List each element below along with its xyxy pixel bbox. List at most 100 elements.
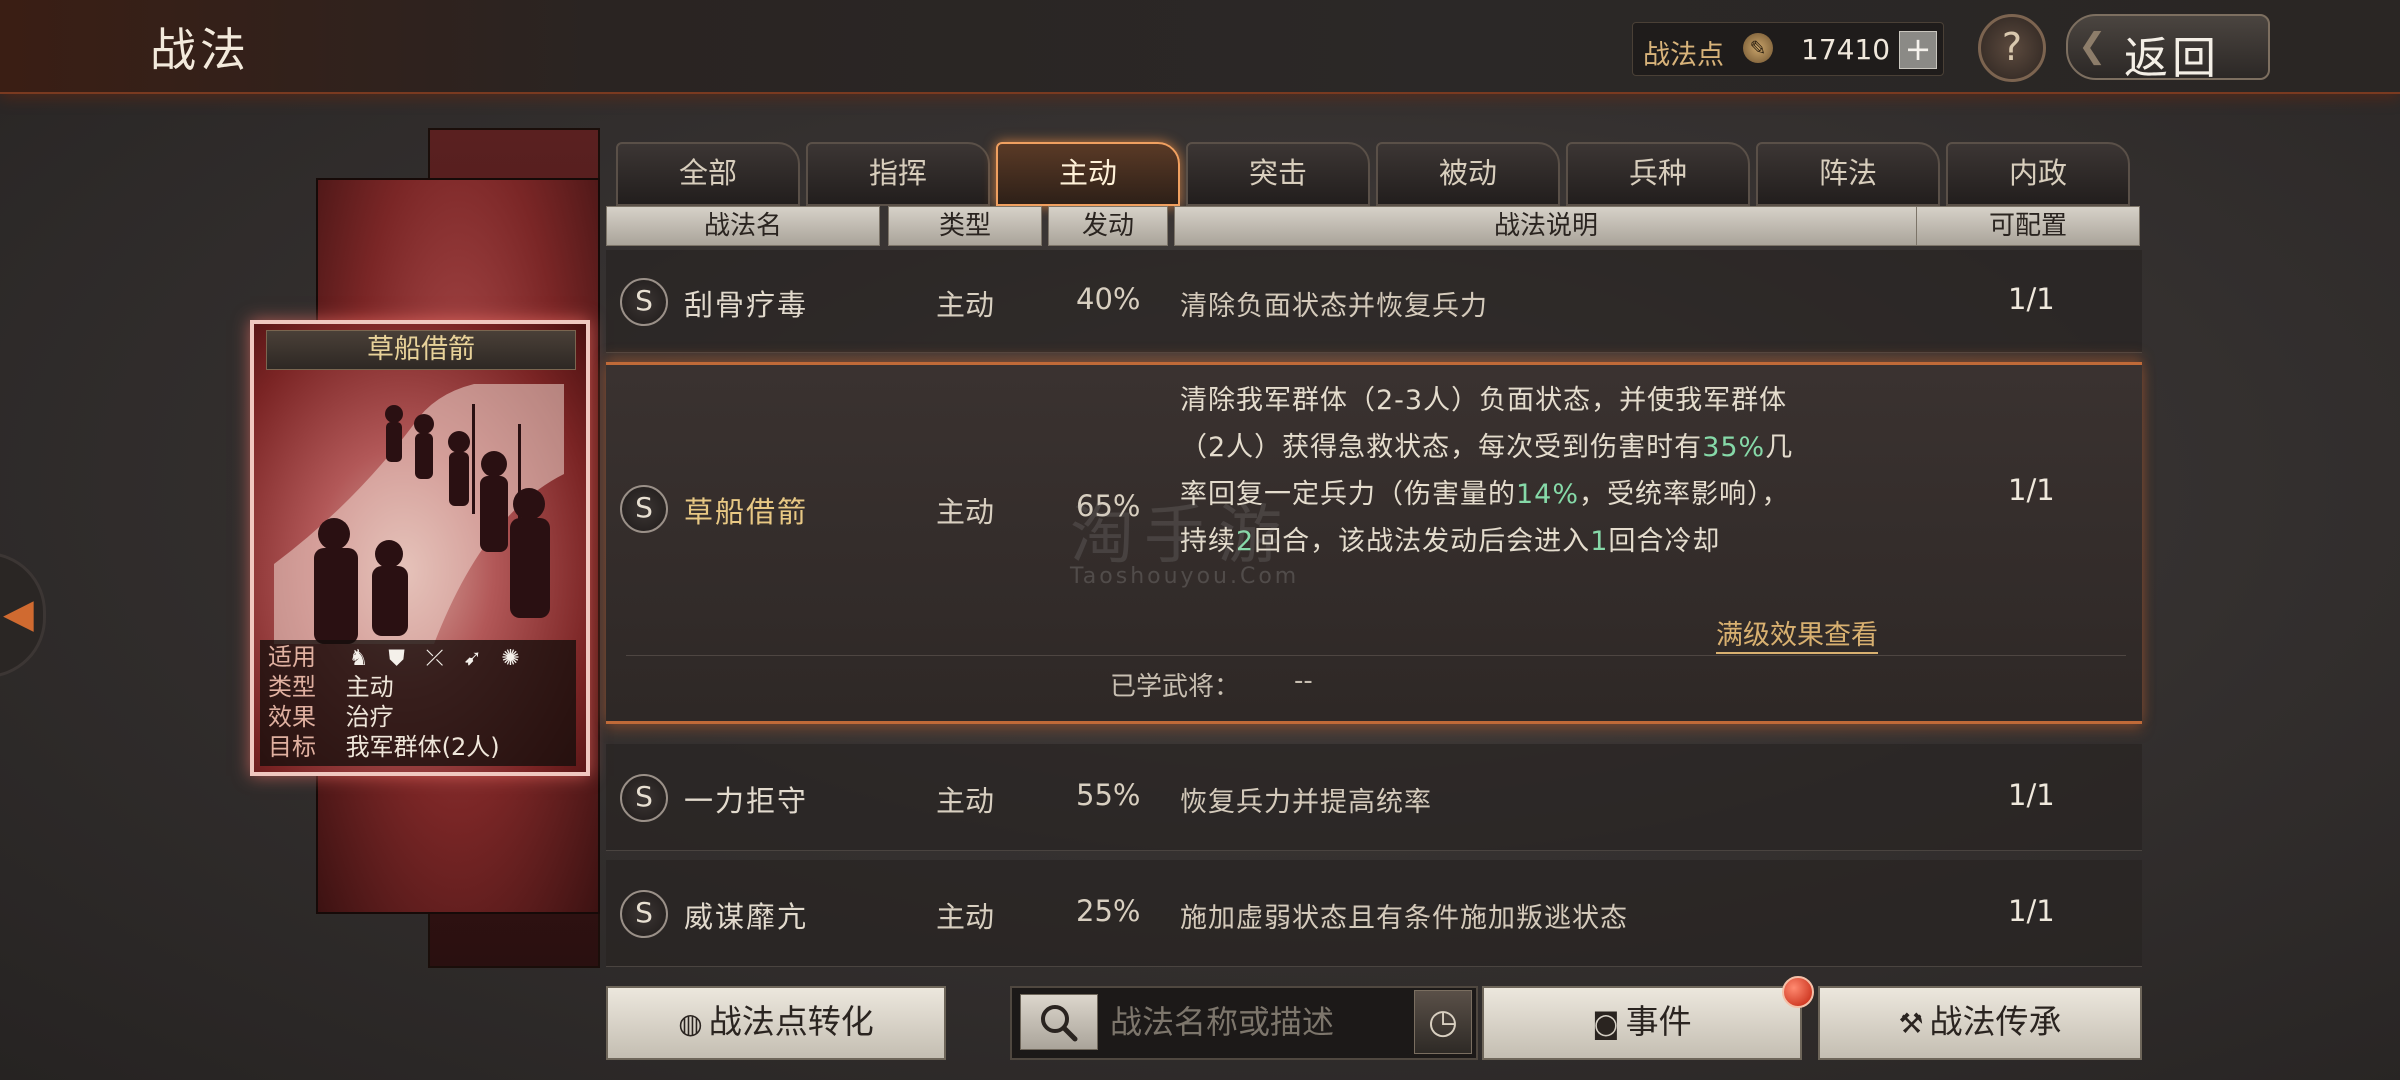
category-tabs: 全部 指挥 主动 突击 被动 兵种 阵法 内政 <box>616 142 2136 206</box>
tactic-desc: 施加虚弱状态且有条件施加叛逃状态 <box>1180 903 1628 934</box>
tactic-name: 威谋靡亢 <box>684 900 809 934</box>
table-row-selected[interactable]: S 草船借箭 主动 65% 清除我军群体（2-3人）负面状态，并使我军群体 （2… <box>606 362 2142 724</box>
back-button[interactable]: ❮ 返回 <box>2066 14 2270 84</box>
inherit-label: 战法传承 <box>1929 1002 2062 1041</box>
tactic-name: 一力拒守 <box>684 784 809 818</box>
grade-s-icon: S <box>620 890 668 938</box>
tactic-desc: 清除负面状态并恢复兵力 <box>1180 291 1488 322</box>
table-header: 战法名 类型 发动 战法说明 可配置 <box>606 206 2142 246</box>
card-title-bar: 草船借箭 <box>266 330 576 370</box>
card-apply-row: 适用 ♞ ⛊ ⤫ ➹ ✺ <box>268 642 524 672</box>
tactic-type: 主动 <box>936 288 995 322</box>
swirl-icon: ◍ <box>678 1007 703 1040</box>
table-row[interactable]: S 刮骨疗毒 主动 40% 清除负面状态并恢复兵力 1/1 <box>606 250 2142 353</box>
effect-value: 治疗 <box>345 703 394 731</box>
grade-s-icon: S <box>620 774 668 822</box>
help-button[interactable]: ? <box>1978 14 2046 82</box>
shield-icon: ⛊ <box>388 646 405 671</box>
col-configurable[interactable]: 可配置 <box>1916 206 2140 246</box>
tactic-coin-icon: ✎ <box>1743 33 1773 63</box>
left-nav-button[interactable]: ◀ <box>0 552 46 678</box>
left-arrow-icon: ◀ <box>3 591 34 637</box>
soldiers-illustration <box>274 384 564 644</box>
top-bar: 战法 战法点 ✎ 17410 + ? ❮ 返回 <box>0 0 2400 94</box>
grade-s-icon: S <box>620 278 668 326</box>
apply-label: 适用 <box>268 643 316 671</box>
page-title: 战法 <box>150 23 250 77</box>
tactic-points-box: 战法点 ✎ 17410 + <box>1632 22 1944 76</box>
table-row[interactable]: S 一力拒守 主动 55% 恢复兵力并提高统率 1/1 <box>606 744 2142 851</box>
learned-label: 已学武将： <box>1110 672 1241 702</box>
selected-tactic-card: 草船借箭 适用 ♞ ⛊ ⤫ ➹ ✺ 类型 主动 效果 治疗 目标 我军群体(2人… <box>250 320 590 776</box>
desc-text: （2人）获得急救状态，每次受到伤害时有 <box>1180 432 1703 463</box>
troop-icons: ♞ ⛊ ⤫ ➹ ✺ <box>346 646 524 672</box>
full-effect-link[interactable]: 满级效果查看 <box>1716 613 1878 654</box>
col-name[interactable]: 战法名 <box>606 206 880 246</box>
tactic-type: 主动 <box>936 784 995 818</box>
search-button[interactable] <box>1020 994 1098 1050</box>
search-input[interactable] <box>1108 996 1412 1048</box>
watermark-url: Taoshouyou.Com <box>1070 564 1300 589</box>
tactic-name: 草船借箭 <box>684 495 809 529</box>
tactic-configurable: 1/1 <box>2008 894 2055 928</box>
card-type-row: 类型 主动 <box>268 672 394 702</box>
bow-icon: ⤫ <box>425 646 444 671</box>
card-title: 草船借箭 <box>367 334 475 365</box>
type-value: 主动 <box>345 673 394 701</box>
search-icon <box>1041 1005 1078 1042</box>
tactic-rate: 55% <box>1076 778 1141 812</box>
tactic-configurable: 1/1 <box>2008 473 2055 507</box>
tactic-name: 刮骨疗毒 <box>684 288 809 322</box>
event-label: 事件 <box>1625 1002 1692 1041</box>
tactic-configurable: 1/1 <box>2008 778 2055 812</box>
tab-assault[interactable]: 突击 <box>1186 142 1370 206</box>
tactic-rate: 25% <box>1076 894 1141 928</box>
grade-s-icon: S <box>620 485 668 533</box>
col-type[interactable]: 类型 <box>888 206 1042 246</box>
card-effect-row: 效果 治疗 <box>268 702 394 732</box>
target-value: 我军群体(2人) <box>345 733 500 761</box>
inherit-button[interactable]: ⚒ 战法传承 <box>1818 986 2142 1060</box>
clock-icon: ◷ <box>1428 1002 1458 1042</box>
tab-active[interactable]: 主动 <box>996 142 1180 206</box>
tab-command[interactable]: 指挥 <box>806 142 990 206</box>
desc-highlight: 14% <box>1516 479 1580 510</box>
desc-text: 回合冷却 <box>1608 526 1721 557</box>
tactic-type: 主动 <box>936 495 995 529</box>
notification-badge <box>1782 976 1814 1008</box>
back-label: 返回 <box>2124 33 2220 84</box>
search-bar <box>1010 986 1478 1060</box>
tab-formation[interactable]: 阵法 <box>1756 142 1940 206</box>
tab-troop[interactable]: 兵种 <box>1566 142 1750 206</box>
col-rate[interactable]: 发动 <box>1048 206 1168 246</box>
tactic-rate: 40% <box>1076 282 1141 316</box>
card-info-panel: 适用 ♞ ⛊ ⤫ ➹ ✺ 类型 主动 效果 治疗 目标 我军群体(2人) <box>260 640 576 766</box>
convert-label: 战法点转化 <box>708 1002 874 1041</box>
tab-all[interactable]: 全部 <box>616 142 800 206</box>
convert-points-button[interactable]: ◍ 战法点转化 <box>606 986 946 1060</box>
tab-passive[interactable]: 被动 <box>1376 142 1560 206</box>
watermark-text: 淘手游 <box>1070 499 1292 573</box>
tactic-points-value: 17410 <box>1801 33 1891 66</box>
event-button[interactable]: ◙ 事件 <box>1482 986 1802 1060</box>
desc-text: ，受统率影响）， <box>1579 479 1790 510</box>
target-label: 目标 <box>268 733 316 761</box>
event-icon: ◙ <box>1592 1007 1620 1040</box>
add-points-button[interactable]: + <box>1899 31 1937 69</box>
desc-highlight: 35% <box>1702 432 1766 463</box>
wheel-icon: ✺ <box>501 646 520 671</box>
table-row[interactable]: S 威谋靡亢 主动 25% 施加虚弱状态且有条件施加叛逃状态 1/1 <box>606 860 2142 967</box>
desc-text: 回合，该战法发动后会进入 <box>1254 526 1591 557</box>
history-button[interactable]: ◷ <box>1414 990 1472 1054</box>
type-label: 类型 <box>268 673 316 701</box>
desc-text: 清除我军群体（2-3人）负面状态，并使我军群体 <box>1180 385 1788 416</box>
tab-internal[interactable]: 内政 <box>1946 142 2130 206</box>
col-desc: 战法说明 <box>1174 206 1918 246</box>
effect-label: 效果 <box>268 703 316 731</box>
cavalry-icon: ♞ <box>348 646 369 671</box>
back-arrow-icon: ❮ <box>2078 26 2107 66</box>
tactic-desc: 恢复兵力并提高统率 <box>1180 787 1432 818</box>
spear-icon: ➹ <box>463 646 482 671</box>
desc-text: 几 <box>1765 432 1794 463</box>
learned-value: -- <box>1294 666 1313 696</box>
